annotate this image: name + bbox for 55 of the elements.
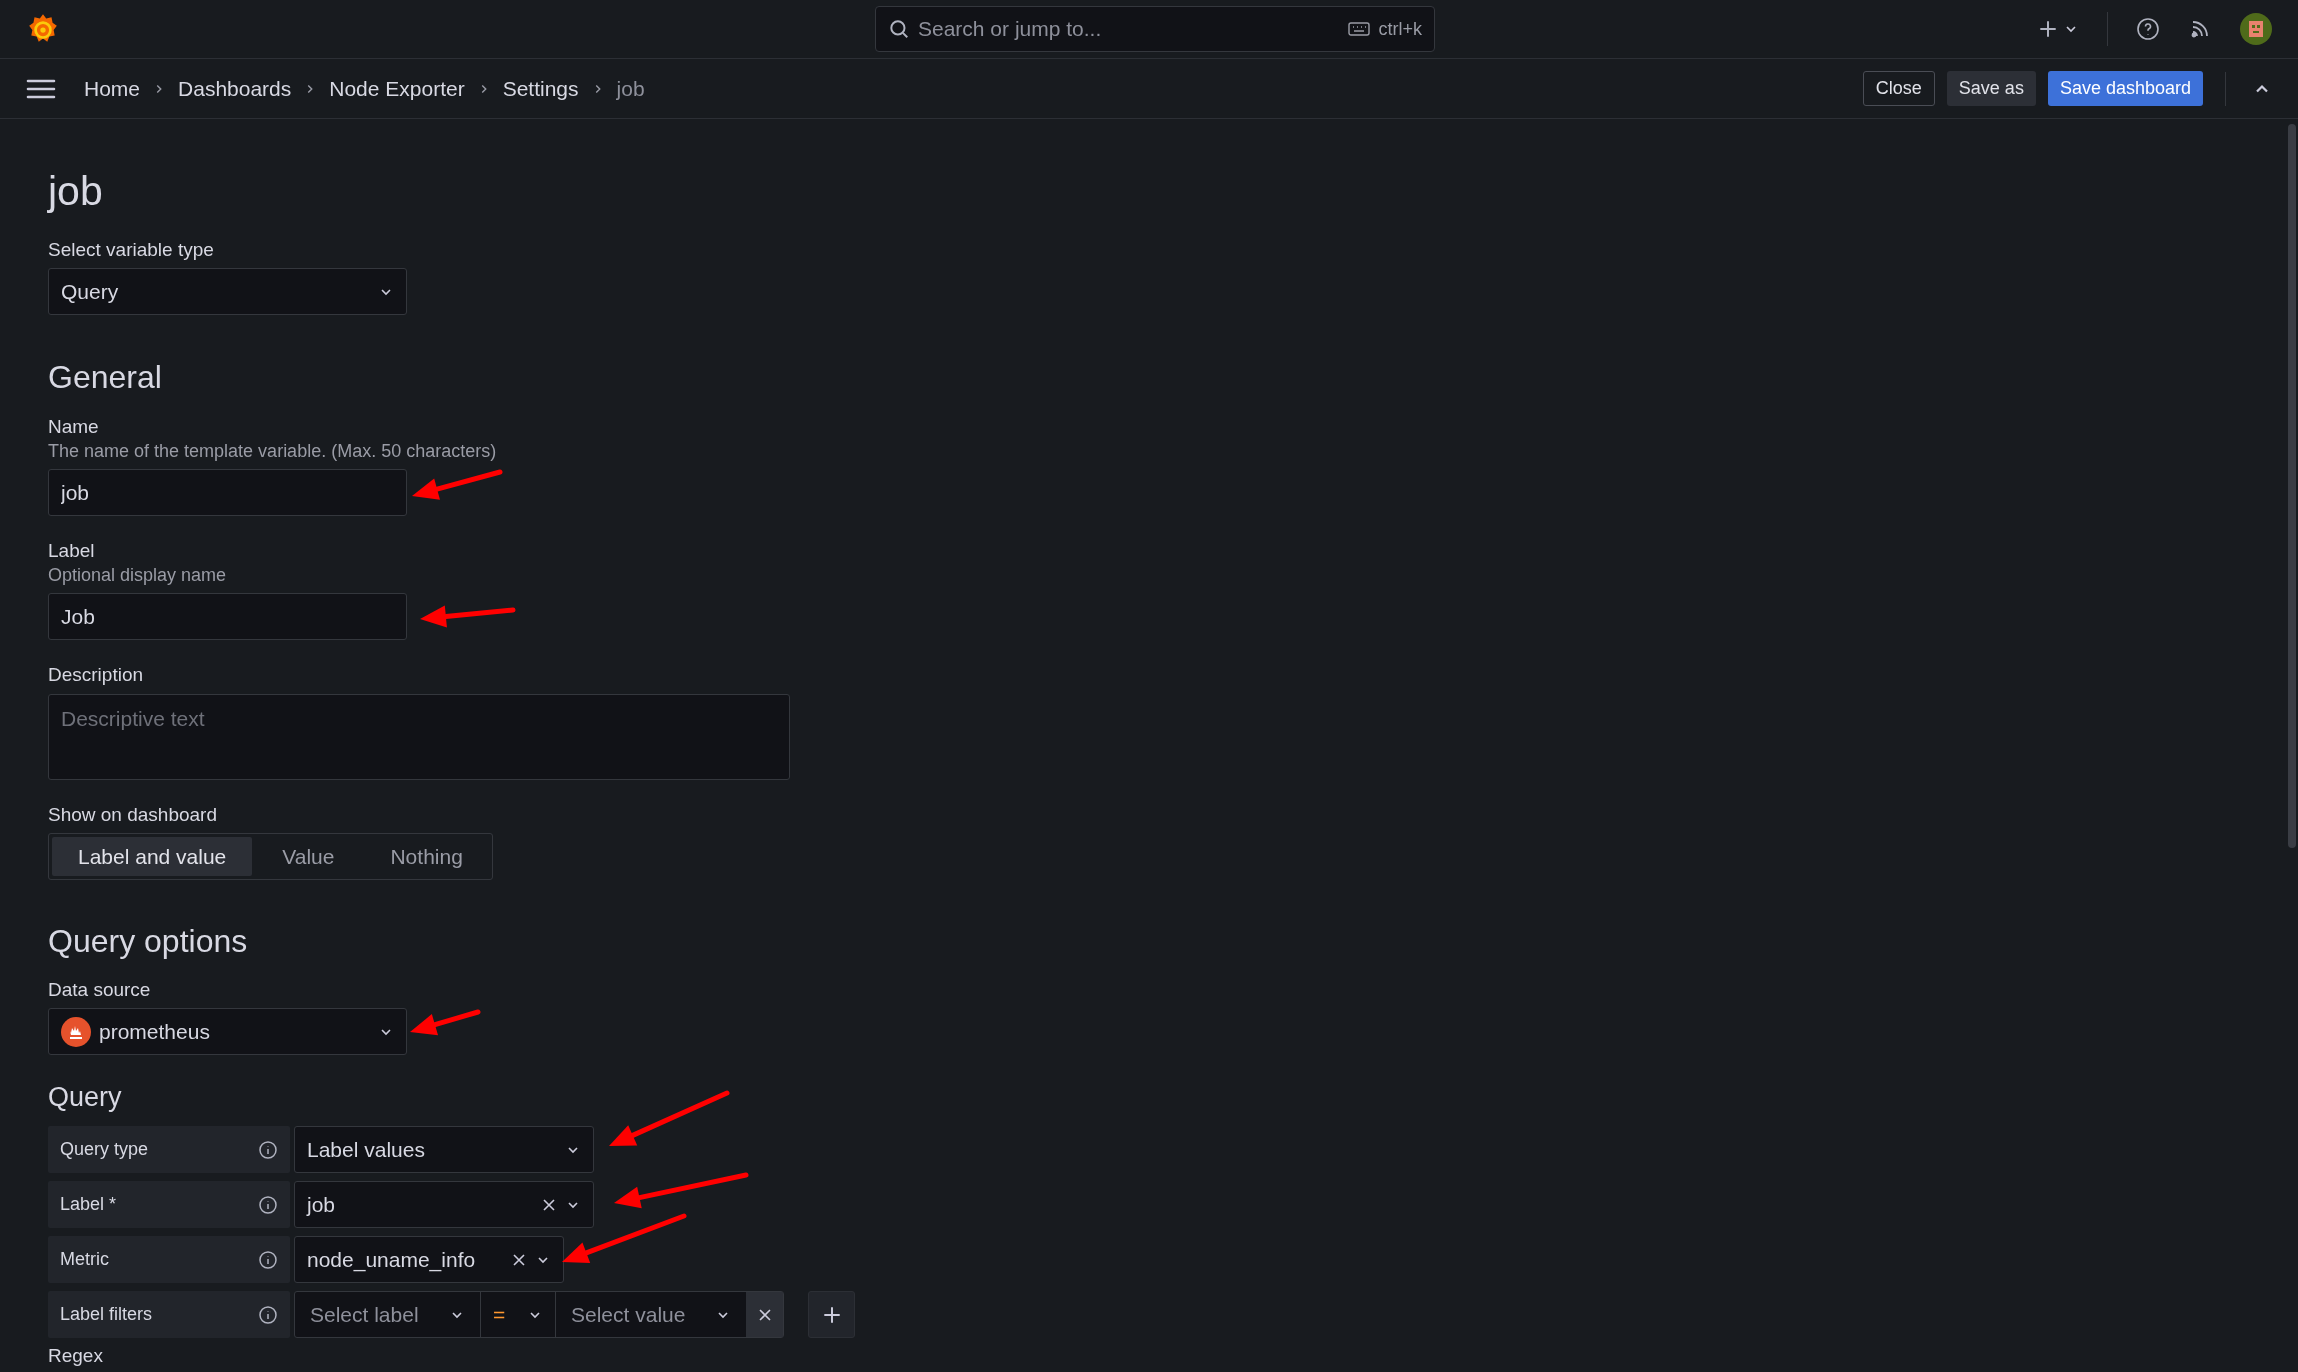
section-heading: General: [48, 361, 162, 393]
field-label: Description: [48, 664, 144, 686]
breadcrumb-link[interactable]: Settings: [502, 72, 579, 105]
text-input[interactable]: Job: [48, 593, 407, 640]
variable-type-select[interactable]: Query: [48, 268, 407, 315]
breadcrumb-link[interactable]: job: [616, 72, 645, 105]
text-input[interactable]: job: [48, 469, 407, 516]
clear-icon: [511, 1251, 527, 1268]
toolbar-button[interactable]: Save dashboard: [2047, 71, 2203, 106]
dropdown-field[interactable]: Label values: [294, 1126, 594, 1173]
plus-icon: [2037, 18, 2059, 40]
description-textarea[interactable]: Descriptive text: [48, 694, 790, 780]
field-description: The name of the template variable. (Max. 50 characters): [48, 440, 497, 462]
shortcut-hint: ctrl+k: [1378, 17, 1422, 41]
field-label: Name: [48, 416, 99, 438]
dropdown-field[interactable]: job: [294, 1181, 594, 1228]
add-filter-button[interactable]: [808, 1291, 855, 1338]
field-description: Optional display name: [48, 564, 227, 586]
data-source-select[interactable]: prometheus: [48, 1008, 407, 1055]
clear-icon: [541, 1196, 557, 1213]
breadcrumb-link[interactable]: Dashboards: [178, 72, 292, 105]
section-heading: Query: [48, 1084, 122, 1111]
user-avatar[interactable]: [2240, 13, 2272, 45]
prometheus-logo-icon: [61, 1016, 91, 1047]
query-row-label: Label filters: [48, 1291, 290, 1338]
keyboard-icon: [1348, 21, 1371, 37]
info-icon: [258, 1304, 278, 1325]
field-label: Regex: [48, 1345, 103, 1367]
query-row-label: Label *: [48, 1181, 290, 1228]
radio-option[interactable]: Value: [256, 837, 361, 876]
radio-option[interactable]: Nothing: [364, 837, 489, 876]
radio-option[interactable]: Label and value: [52, 837, 253, 876]
help-icon[interactable]: [2136, 17, 2160, 41]
info-icon: [258, 1249, 278, 1270]
search-field[interactable]: Search or jump to... ctrl+k: [875, 6, 1435, 52]
search-icon: [888, 18, 910, 40]
info-icon: [258, 1139, 278, 1160]
new-menu-button[interactable]: [2037, 18, 2079, 40]
field-label: Data source: [48, 979, 151, 1001]
scrollbar[interactable]: [2288, 124, 2296, 848]
page-title: job: [48, 171, 103, 212]
toolbar-button[interactable]: Close: [1862, 71, 1935, 106]
query-row-label: Metric: [48, 1236, 290, 1283]
section-heading: Query options: [48, 925, 248, 957]
breadcrumb-link[interactable]: Node Exporter: [329, 72, 465, 105]
query-row-label: Query type: [48, 1126, 290, 1173]
annotation-arrow: [410, 1009, 481, 1036]
dropdown-field[interactable]: node_uname_info: [294, 1236, 564, 1283]
field-label: Select variable type: [48, 239, 214, 261]
field-label: Show on dashboard: [48, 804, 217, 826]
breadcrumb-link[interactable]: Home: [84, 72, 141, 105]
field-label: Label: [48, 540, 95, 562]
menu-icon[interactable]: [26, 77, 56, 100]
toolbar-button[interactable]: Save as: [1946, 71, 2036, 106]
info-icon: [258, 1194, 278, 1215]
